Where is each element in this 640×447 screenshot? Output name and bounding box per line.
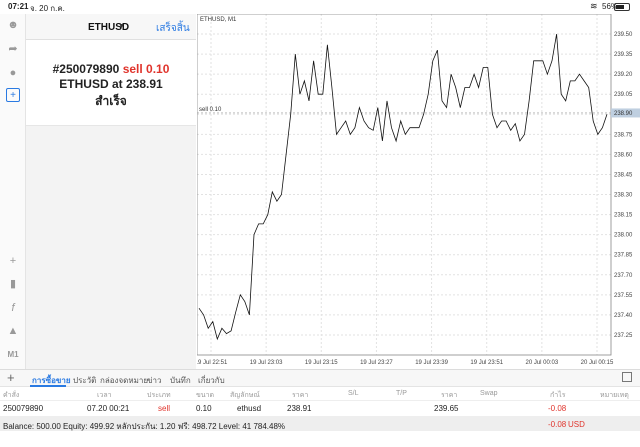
col-type: ประเภท — [147, 392, 171, 399]
timeframe-button[interactable]: M1 — [6, 348, 20, 362]
battery-icon — [614, 3, 630, 11]
order-id: #250079890 — [52, 62, 120, 76]
price-series-line — [198, 34, 608, 341]
table-row[interactable]: 250079890 07.20 00:21 sell 0.10 ethusd 2… — [0, 401, 640, 417]
y-tick-label: 237.40 — [614, 313, 633, 319]
x-tick-label: 20 Jul 00:03 — [526, 360, 559, 366]
panel-empty-area — [26, 126, 196, 369]
y-tick-label: 239.05 — [614, 92, 633, 98]
tab-journal[interactable]: บันทึก — [170, 374, 191, 387]
wifi-icon: ≋ — [590, 1, 598, 11]
row-profit: -0.08 — [548, 404, 567, 413]
order-at: ETHUSD at — [59, 77, 123, 91]
col-size: ขนาด — [196, 392, 215, 399]
share-icon[interactable]: ➦ — [6, 42, 20, 56]
y-tick-label: 239.35 — [614, 52, 633, 58]
objects-icon[interactable]: ▲ — [6, 324, 20, 338]
plot-frame — [197, 14, 612, 356]
row-order-id: 250079890 — [3, 404, 44, 413]
candles-icon[interactable]: ▮ — [6, 277, 20, 291]
col-swap: Swap — [480, 390, 498, 397]
col-price: ราคา — [292, 392, 309, 399]
crosshair-icon[interactable]: + — [6, 254, 20, 268]
order-price: 238.91 — [125, 77, 163, 91]
x-tick-label: 19 Jul 23:15 — [305, 360, 338, 366]
y-tick-label: 238.75 — [614, 132, 633, 138]
tab-about[interactable]: เกี่ยวกับ — [198, 374, 225, 387]
balance-bar: Balance: 500.00 Equity: 499.92 หลักประกั… — [0, 417, 640, 431]
col-profit: กำไร — [550, 392, 566, 399]
row-price: 238.91 — [287, 404, 312, 413]
order-status: สำเร็จ — [95, 94, 127, 108]
price-chart[interactable]: ETHUSD, M1 239.50 239.35 239.20 239.05 238.9… — [197, 14, 640, 369]
y-tick-label: 238.15 — [614, 213, 633, 219]
price-axis: 239.50 239.35 239.20 239.05 238.90 238.75 238.… — [614, 32, 633, 339]
row-symbol: ethusd — [237, 404, 262, 413]
col-comment: หมายเหตุ — [600, 392, 629, 399]
col-symbol: สัญลักษณ์ — [230, 392, 260, 399]
y-tick-label: 238.45 — [614, 172, 633, 178]
col-tp: T/P — [396, 390, 407, 397]
order-result-line: #250079890 sell 0.10 — [26, 62, 196, 76]
y-tick-label: 237.25 — [614, 333, 633, 339]
y-tick-label: 239.50 — [614, 32, 633, 38]
status-time: 07:21 — [8, 2, 29, 11]
order-panel-header: ETHUSD ▼ เสร็จสิ้น — [26, 14, 196, 40]
tab-news[interactable]: ข่าว — [147, 374, 161, 387]
expand-icon[interactable] — [622, 372, 632, 382]
y-tick-label: 238.30 — [614, 193, 633, 199]
row-time: 07.20 00:21 — [87, 404, 130, 413]
order-price-line: ETHUSD at 238.91 — [26, 77, 196, 91]
col-sl: S/L — [348, 390, 359, 397]
done-button[interactable]: เสร็จสิ้น — [156, 21, 190, 36]
chart-grid — [197, 14, 611, 355]
order-result: #250079890 sell 0.10 ETHUSD at 238.91 สำ… — [26, 40, 196, 126]
y-tick-label: 238.00 — [614, 233, 633, 239]
chevron-down-icon[interactable]: ▼ — [118, 23, 125, 30]
col-time: เวลา — [97, 392, 112, 399]
time-axis: 19 Jul 22:51 19 Jul 23:03 19 Jul 23:15 19 J… — [197, 360, 614, 366]
y-tick-label: 237.70 — [614, 273, 633, 279]
x-tick-label: 19 Jul 23:51 — [470, 360, 503, 366]
bottom-empty-area — [0, 431, 640, 447]
balance-profit: -0.08 — [548, 420, 567, 429]
order-price-marker-label: 238.90 — [614, 111, 633, 117]
x-tick-label: 19 Jul 23:27 — [360, 360, 393, 366]
x-tick-label: 19 Jul 22:51 — [197, 360, 228, 366]
row-type: sell — [158, 404, 171, 413]
row-current-price: 239.65 — [434, 404, 459, 413]
add-icon[interactable]: + — [7, 370, 15, 385]
chart-title: ETHUSD, M1 — [200, 17, 237, 23]
orders-table-header: คำสั่ง เวลา ประเภท ขนาด สัญลักษณ์ ราคา S… — [0, 387, 640, 401]
tab-history[interactable]: ประวัติ — [73, 374, 96, 387]
y-tick-label: 237.55 — [614, 293, 633, 299]
balance-currency: USD — [568, 420, 585, 429]
bottom-tabs: + การซื้อขาย ประวัติ กล่องจดหมาย ข่าว บั… — [0, 369, 640, 387]
function-icon[interactable]: f — [6, 301, 20, 315]
order-side: sell 0.10 — [122, 62, 170, 76]
chat-icon[interactable]: ● — [6, 66, 20, 80]
row-size: 0.10 — [196, 404, 212, 413]
col-current-price: ราคา — [441, 392, 458, 399]
user-icon[interactable]: ☻ — [6, 18, 20, 32]
left-toolbar: ☻ ➦ ● + + ▮ f ▲ M1 — [0, 14, 26, 369]
x-tick-label: 19 Jul 23:03 — [250, 360, 283, 366]
status-bar: 07:21 จ. 20 ก.ค. ≋ 56% — [0, 0, 640, 14]
x-tick-label: 19 Jul 23:39 — [415, 360, 448, 366]
order-level-label: sell 0.10 — [199, 107, 222, 113]
col-order: คำสั่ง — [3, 392, 20, 399]
y-tick-label: 239.20 — [614, 72, 633, 78]
add-document-icon[interactable]: + — [6, 88, 20, 102]
x-tick-label: 20 Jul 00:15 — [581, 360, 614, 366]
tab-mailbox[interactable]: กล่องจดหมาย — [100, 374, 148, 387]
y-tick-label: 237.85 — [614, 253, 633, 259]
y-tick-label: 238.60 — [614, 152, 633, 158]
